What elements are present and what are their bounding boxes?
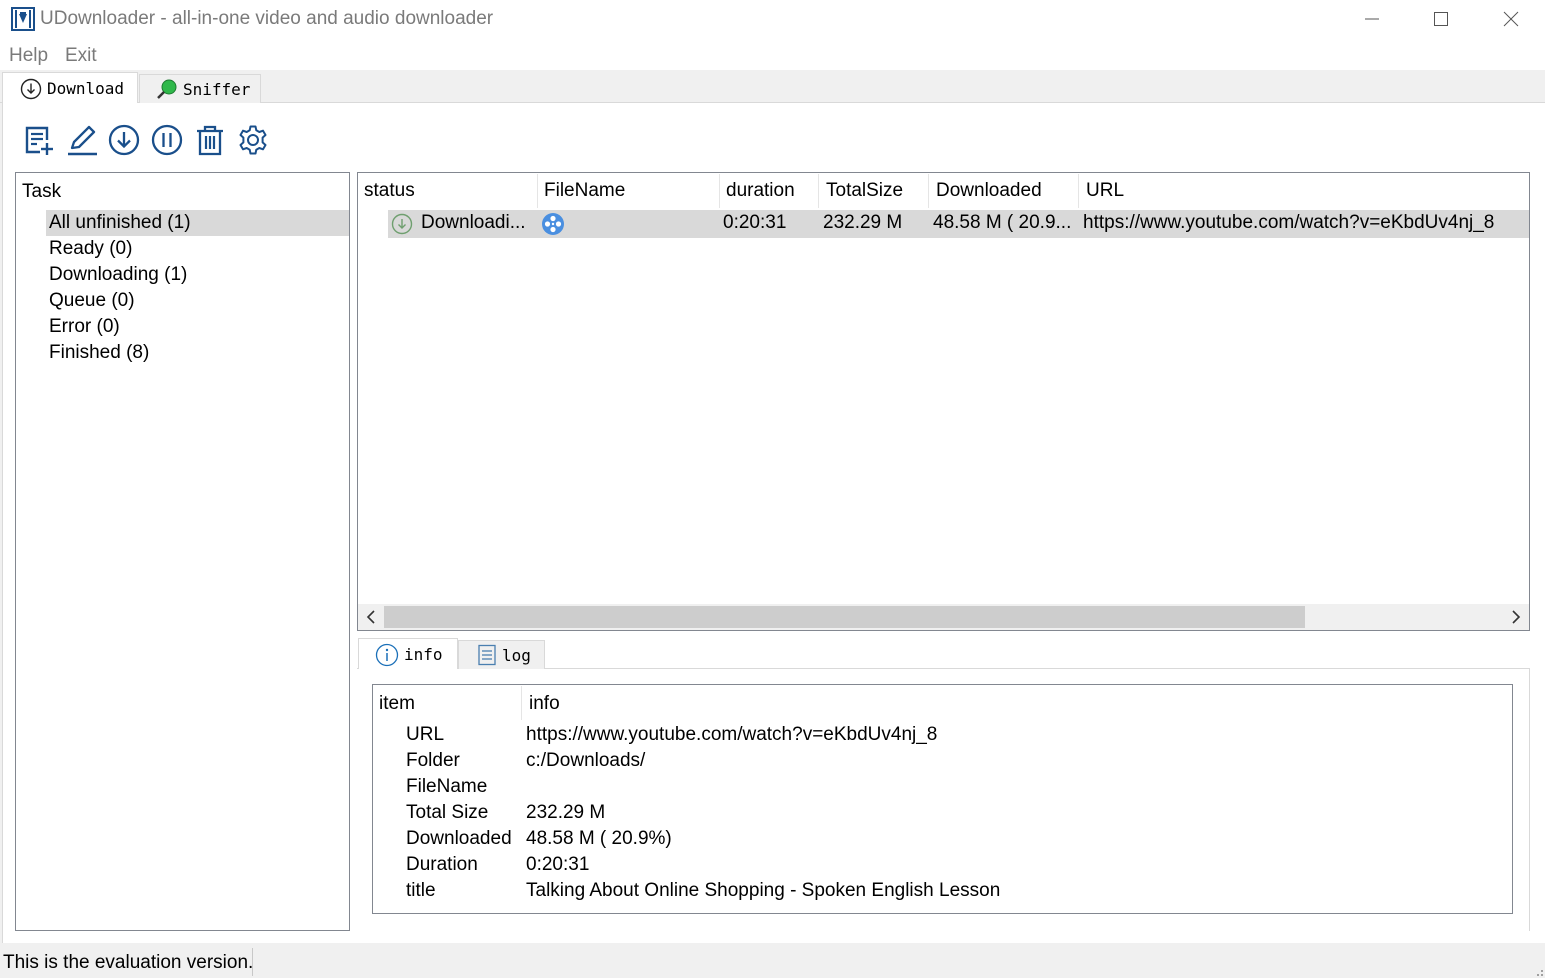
tab-sniffer-label: Sniffer (183, 79, 251, 99)
chevron-left-icon (366, 610, 375, 624)
column-header-url[interactable]: URL (1086, 180, 1124, 202)
info-value-downloaded: 48.58 M ( 20.9%) (526, 828, 672, 849)
info-key-url: URL (406, 724, 445, 745)
info-value-url: https://www.youtube.com/watch?v=eKbdUv4n… (526, 724, 938, 745)
task-filter-downloading[interactable]: Downloading (1) (46, 262, 349, 288)
column-header-totalsize[interactable]: TotalSize (826, 180, 903, 202)
task-header: Task (22, 181, 62, 202)
minimize-icon (1365, 18, 1379, 20)
video-file-icon (541, 212, 565, 236)
info-icon (375, 643, 399, 667)
info-value-title: Talking About Online Shopping - Spoken E… (526, 880, 1001, 901)
scroll-left-button[interactable] (358, 604, 384, 630)
download-circle-icon (20, 78, 42, 100)
status-divider (252, 948, 253, 976)
column-divider[interactable] (818, 174, 819, 208)
maximize-icon (1434, 12, 1448, 26)
row-downloaded: 48.58 M ( 20.9... (933, 212, 1072, 233)
info-key-duration: Duration (406, 854, 478, 875)
tab-log[interactable]: log (458, 640, 545, 669)
info-header-info[interactable]: info (529, 693, 560, 715)
column-divider[interactable] (719, 174, 720, 208)
menu-exit[interactable]: Exit (65, 45, 97, 67)
task-filter-all-unfinished[interactable]: All unfinished (1) (46, 210, 349, 236)
menu-help[interactable]: Help (9, 45, 48, 67)
add-task-icon (25, 126, 53, 155)
row-url: https://www.youtube.com/watch?v=eKbdUv4n… (1083, 212, 1495, 233)
pause-icon (151, 124, 183, 156)
downloading-status-icon (391, 213, 413, 235)
pause-download-button[interactable] (148, 121, 186, 159)
status-text: This is the evaluation version. (3, 952, 254, 973)
download-icon (108, 124, 140, 156)
task-filter-queue[interactable]: Queue (0) (46, 288, 349, 314)
column-divider[interactable] (928, 174, 929, 208)
tab-download[interactable]: Download (2, 72, 138, 104)
close-icon (1503, 11, 1519, 27)
app-logo-icon (11, 7, 35, 31)
row-status: Downloadi... (421, 212, 526, 233)
column-header-filename[interactable]: FileName (544, 180, 625, 202)
info-value-duration: 0:20:31 (526, 854, 590, 875)
close-button[interactable] (1477, 0, 1545, 38)
tab-download-label: Download (47, 79, 125, 98)
task-filter-error[interactable]: Error (0) (46, 314, 349, 340)
delete-icon (197, 125, 223, 156)
scroll-right-button[interactable] (1503, 604, 1529, 630)
chevron-right-icon (1512, 610, 1521, 624)
minimize-button[interactable] (1338, 0, 1406, 38)
sniffer-magnifier-icon (156, 78, 178, 100)
delete-task-button[interactable] (191, 121, 229, 159)
window-title: UDownloader - all-in-one video and audio… (40, 8, 494, 29)
maximize-button[interactable] (1407, 0, 1475, 38)
column-divider[interactable] (537, 174, 538, 208)
info-key-folder: Folder (406, 750, 460, 771)
start-download-button[interactable] (105, 121, 143, 159)
settings-button[interactable] (234, 121, 272, 159)
log-document-icon (477, 644, 497, 666)
add-task-button[interactable] (20, 121, 58, 159)
tab-sniffer[interactable]: Sniffer (139, 74, 261, 103)
edit-icon (68, 125, 97, 156)
info-key-downloaded: Downloaded (406, 828, 512, 849)
settings-gear-icon (239, 125, 267, 155)
menu-bar (0, 38, 1545, 72)
column-header-downloaded[interactable]: Downloaded (936, 180, 1042, 202)
column-divider[interactable] (1078, 174, 1079, 208)
row-duration: 0:20:31 (723, 212, 787, 233)
column-divider[interactable] (521, 686, 522, 720)
tab-info-label: info (404, 645, 443, 664)
download-table (357, 172, 1530, 631)
row-totalsize: 232.29 M (823, 212, 903, 233)
info-key-filename: FileName (406, 776, 488, 797)
column-header-status[interactable]: status (364, 180, 415, 202)
edit-task-button[interactable] (63, 121, 101, 159)
info-value-folder: c:/Downloads/ (526, 750, 646, 771)
tab-info[interactable]: info (358, 638, 458, 670)
scrollbar-thumb[interactable] (384, 606, 1305, 628)
info-key-total-size: Total Size (406, 802, 489, 823)
task-filter-finished[interactable]: Finished (8) (46, 340, 349, 366)
resize-grip-icon[interactable] (1532, 965, 1544, 977)
tab-log-label: log (502, 645, 531, 665)
info-header-item[interactable]: item (379, 693, 415, 715)
info-value-total-size: 232.29 M (526, 802, 606, 823)
task-filter-ready[interactable]: Ready (0) (46, 236, 349, 262)
info-key-title: title (406, 880, 436, 901)
column-header-duration[interactable]: duration (726, 180, 795, 202)
